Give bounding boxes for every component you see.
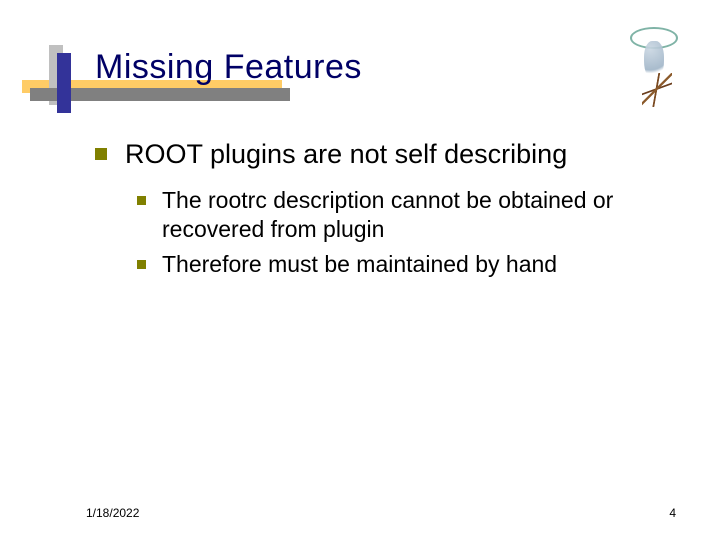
bullet-text: Therefore must be maintained by hand [162,250,557,279]
content-area: ROOT plugins are not self describing The… [95,138,670,285]
slide-title: Missing Features [95,48,362,87]
bullet-square-icon [95,148,107,160]
footer-page-number: 4 [669,506,676,520]
bullet-level1: ROOT plugins are not self describing [95,138,670,170]
bullet-level2: Therefore must be maintained by hand [137,250,670,279]
bullet-level2: The rootrc description cannot be obtaine… [137,186,670,244]
decoration-bar [57,53,71,113]
bullet-square-icon [137,196,146,205]
bullet-square-icon [137,260,146,269]
root-logo-icon [620,15,690,110]
bullet-text: The rootrc description cannot be obtaine… [162,186,670,244]
bullet-text: ROOT plugins are not self describing [125,138,567,170]
footer-date: 1/18/2022 [86,506,139,520]
slide: Missing Features ROOT plugins are not se… [0,0,720,540]
